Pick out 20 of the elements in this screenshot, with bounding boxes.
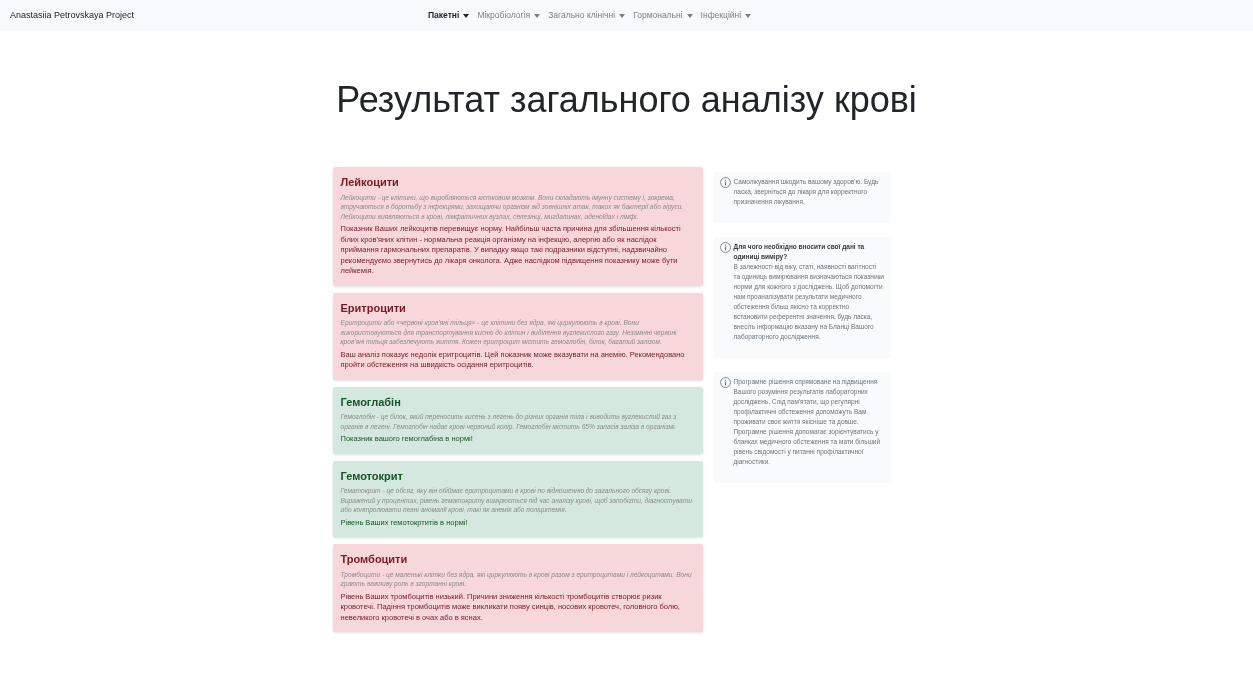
page-title: Результат загального аналізу крові (335, 78, 918, 122)
caret-icon (534, 13, 541, 18)
caret-icon (686, 13, 693, 18)
result-title: Лейкоцити (340, 175, 400, 190)
caret-icon (745, 13, 752, 18)
caret-icon (619, 13, 626, 18)
brand-link[interactable]: Anastasiia Petrovskaya Project (10, 8, 135, 23)
info-icon (719, 377, 731, 388)
nav-menu[interactable]: Пакетні (428, 9, 470, 22)
result-title: Гемоглабін (340, 394, 402, 410)
result-title: Гемотокрит (340, 468, 404, 484)
info-icon (719, 177, 731, 188)
caret-icon (463, 13, 470, 18)
nav-menu[interactable]: Гормональні (633, 9, 693, 22)
result-title: Еритроцити (340, 300, 407, 316)
result-title: Тромбоцити (340, 552, 409, 567)
info-icon (719, 242, 731, 253)
nav-menu[interactable]: Мікробіологія (477, 9, 541, 22)
nav-menu[interactable]: Інфекційні (700, 9, 752, 22)
nav-menu[interactable]: Загально клінічні (548, 9, 626, 22)
